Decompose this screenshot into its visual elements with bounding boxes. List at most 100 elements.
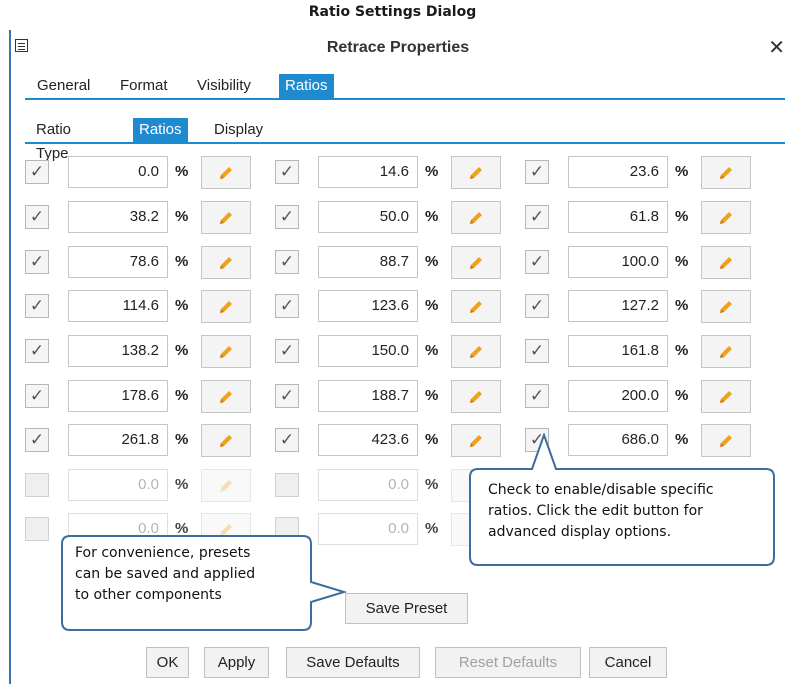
ratio-row: ✓ 188.7% — [275, 380, 505, 414]
ratio-enable-checkbox[interactable]: ✓ — [525, 250, 549, 274]
ratio-value-input[interactable]: 200.0 — [568, 380, 668, 412]
ratio-row: ✓ 161.8% — [525, 335, 755, 369]
reset-defaults-button[interactable]: Reset Defaults — [435, 647, 581, 678]
edit-ratio-button[interactable] — [701, 335, 751, 368]
ratio-enable-checkbox[interactable]: ✓ — [25, 384, 49, 408]
ratio-enable-checkbox[interactable]: ✓ — [25, 205, 49, 229]
percent-label: % — [425, 342, 439, 359]
ratio-enable-checkbox[interactable]: ✓ — [525, 384, 549, 408]
edit-ratio-button[interactable] — [701, 290, 751, 323]
ratio-value-input[interactable]: 423.6 — [318, 424, 418, 456]
ratio-enable-checkbox[interactable]: ✓ — [25, 250, 49, 274]
ratio-value-input[interactable]: 14.6 — [318, 156, 418, 188]
ratio-value-input[interactable]: 261.8 — [68, 424, 168, 456]
edit-ratio-button[interactable] — [701, 201, 751, 234]
percent-label: % — [675, 342, 689, 359]
ratio-enable-checkbox[interactable]: ✓ — [275, 294, 299, 318]
ratio-enable-checkbox[interactable] — [25, 473, 49, 497]
callout-presets-line: can be saved and applied — [75, 566, 256, 582]
tab-format[interactable]: Format — [120, 74, 168, 98]
ratio-enable-checkbox[interactable]: ✓ — [275, 205, 299, 229]
ratio-value-input[interactable]: 23.6 — [568, 156, 668, 188]
edit-ratio-button[interactable] — [451, 290, 501, 323]
apply-button[interactable]: Apply — [204, 647, 269, 678]
edit-ratio-button[interactable] — [201, 201, 251, 234]
edit-ratio-button[interactable] — [201, 469, 251, 502]
edit-ratio-button[interactable] — [701, 156, 751, 189]
ratio-enable-checkbox[interactable] — [25, 517, 49, 541]
ratio-value-input[interactable]: 123.6 — [318, 290, 418, 322]
ratio-value-input[interactable]: 61.8 — [568, 201, 668, 233]
ratio-row: ✓ 114.6% — [25, 290, 255, 324]
edit-ratio-button[interactable] — [701, 246, 751, 279]
edit-ratio-button[interactable] — [451, 201, 501, 234]
ratio-enable-checkbox[interactable]: ✓ — [275, 428, 299, 452]
tab-visibility[interactable]: Visibility — [197, 74, 251, 98]
ratio-value-input[interactable]: 78.6 — [68, 246, 168, 278]
edit-ratio-button[interactable] — [451, 156, 501, 189]
sub-tab-underline — [25, 142, 785, 144]
ratio-value-input[interactable]: 0.0 — [68, 469, 168, 501]
subtab-display[interactable]: Display — [214, 118, 263, 142]
percent-label: % — [675, 297, 689, 314]
callout-ratios-text: Check to enable/disable specific ratios.… — [488, 480, 714, 543]
ratio-row: 0.0% — [25, 469, 255, 503]
cancel-button[interactable]: Cancel — [589, 647, 667, 678]
ratio-value-input[interactable]: 150.0 — [318, 335, 418, 367]
ratio-enable-checkbox[interactable]: ✓ — [525, 339, 549, 363]
ratio-row: ✓ 200.0% — [525, 380, 755, 414]
ratio-value-input[interactable]: 88.7 — [318, 246, 418, 278]
ratio-value-input[interactable]: 178.6 — [68, 380, 168, 412]
ratio-row: ✓ 61.8% — [525, 201, 755, 235]
ratio-value-input[interactable]: 188.7 — [318, 380, 418, 412]
ratio-value-input[interactable]: 0.0 — [318, 469, 418, 501]
percent-label: % — [175, 431, 189, 448]
save-preset-button[interactable]: Save Preset — [345, 593, 468, 624]
edit-ratio-button[interactable] — [201, 335, 251, 368]
close-icon[interactable]: ✕ — [768, 35, 785, 60]
edit-ratio-button[interactable] — [201, 156, 251, 189]
ratio-value-input[interactable]: 100.0 — [568, 246, 668, 278]
edit-ratio-button[interactable] — [701, 380, 751, 413]
percent-label: % — [175, 253, 189, 270]
ratio-enable-checkbox[interactable]: ✓ — [525, 205, 549, 229]
ratio-enable-checkbox[interactable]: ✓ — [25, 339, 49, 363]
tab-ratios[interactable]: Ratios — [279, 74, 334, 98]
subtab-ratio-type[interactable]: Ratio Type — [36, 118, 71, 162]
edit-ratio-button[interactable] — [201, 424, 251, 457]
ratio-enable-checkbox[interactable]: ✓ — [275, 339, 299, 363]
edit-ratio-button[interactable] — [201, 246, 251, 279]
callout-presets-line: For convenience, presets — [75, 545, 251, 561]
ratio-value-input[interactable]: 161.8 — [568, 335, 668, 367]
ratio-row: ✓ 0.0% — [25, 156, 255, 190]
ratio-value-input[interactable]: 38.2 — [68, 201, 168, 233]
tab-general[interactable]: General — [37, 74, 90, 98]
percent-label: % — [675, 253, 689, 270]
ratio-enable-checkbox[interactable]: ✓ — [25, 160, 49, 184]
ratio-enable-checkbox[interactable]: ✓ — [275, 250, 299, 274]
ratio-enable-checkbox[interactable]: ✓ — [275, 384, 299, 408]
edit-ratio-button[interactable] — [201, 290, 251, 323]
edit-ratio-button[interactable] — [451, 246, 501, 279]
ratio-row: ✓ 88.7% — [275, 246, 505, 280]
edit-ratio-button[interactable] — [451, 380, 501, 413]
edit-ratio-button[interactable] — [451, 335, 501, 368]
ratio-value-input[interactable]: 50.0 — [318, 201, 418, 233]
ratio-value-input[interactable]: 127.2 — [568, 290, 668, 322]
ratio-enable-checkbox[interactable]: ✓ — [525, 294, 549, 318]
save-defaults-button[interactable]: Save Defaults — [286, 647, 420, 678]
ratio-enable-checkbox[interactable]: ✓ — [25, 294, 49, 318]
ratio-enable-checkbox[interactable]: ✓ — [525, 160, 549, 184]
ratio-enable-checkbox[interactable]: ✓ — [25, 428, 49, 452]
ratio-enable-checkbox[interactable] — [275, 473, 299, 497]
percent-label: % — [425, 297, 439, 314]
subtab-ratios[interactable]: Ratios — [133, 118, 188, 142]
ratio-value-input[interactable]: 138.2 — [68, 335, 168, 367]
ok-button[interactable]: OK — [146, 647, 189, 678]
edit-ratio-button[interactable] — [201, 380, 251, 413]
ratio-value-input[interactable]: 0.0 — [68, 156, 168, 188]
title-bar[interactable]: Retrace Properties ✕ — [11, 30, 785, 64]
ratio-enable-checkbox[interactable]: ✓ — [275, 160, 299, 184]
dialog-title: Retrace Properties — [326, 39, 470, 56]
ratio-value-input[interactable]: 114.6 — [68, 290, 168, 322]
